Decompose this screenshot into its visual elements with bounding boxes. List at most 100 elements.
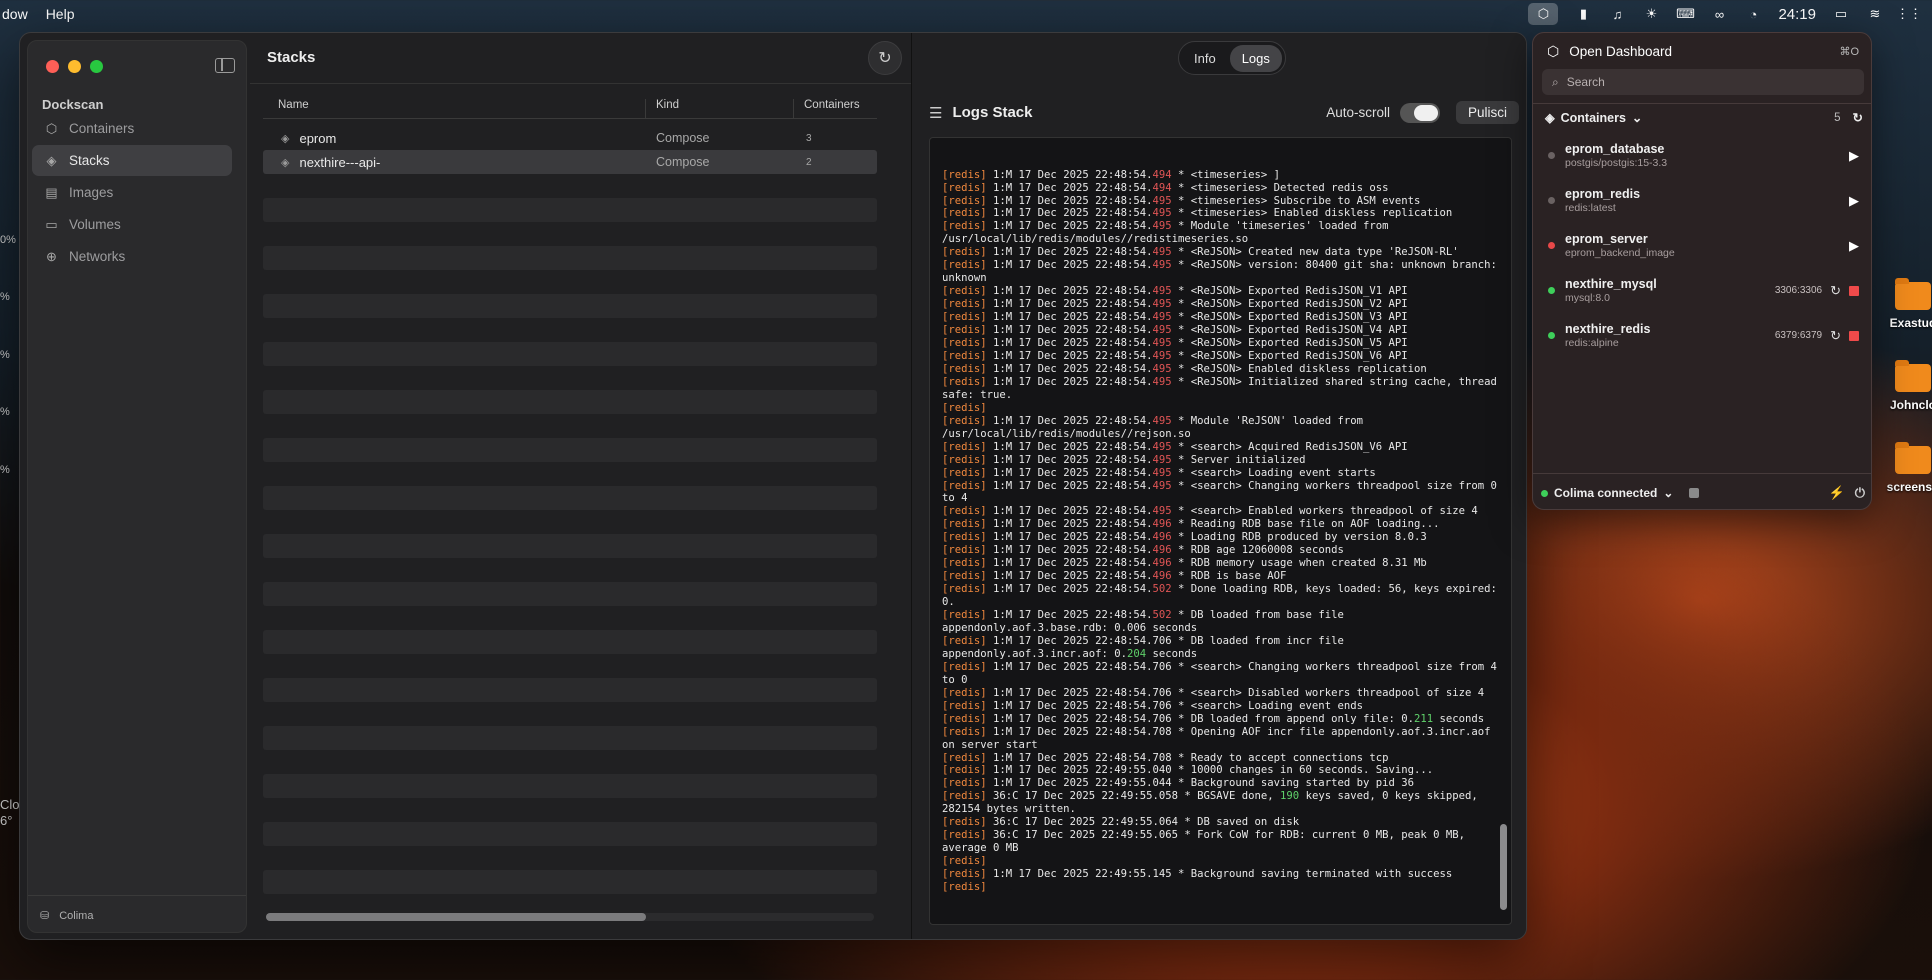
sidebar-item-networks[interactable]: ⊕ Networks bbox=[32, 241, 232, 272]
vertical-scrollbar-thumb[interactable] bbox=[1500, 824, 1507, 910]
log-line: [redis] 1:M 17 Dec 2025 22:48:54.495 * <… bbox=[942, 505, 1478, 518]
list-item[interactable]: eprom_database postgis/postgis:15-3.3 ▶ bbox=[1543, 133, 1863, 178]
sidebar-item-volumes[interactable]: ▭ Volumes bbox=[32, 209, 232, 240]
log-line: [redis] 1:M 17 Dec 2025 22:48:54.708 * O… bbox=[942, 725, 1497, 751]
power-icon[interactable]: ⏻ bbox=[1855, 485, 1865, 501]
horizontal-scrollbar[interactable] bbox=[266, 913, 874, 921]
play-icon[interactable]: ▶ bbox=[1849, 193, 1859, 209]
empty-row bbox=[263, 582, 877, 606]
log-tag: [redis] bbox=[942, 168, 987, 181]
divider bbox=[1533, 103, 1871, 104]
log-line: [redis] 1:M 17 Dec 2025 22:48:54.496 * R… bbox=[942, 570, 1287, 583]
list-item[interactable]: nexthire_mysql mysql:8.0 3306:3306 ↻ bbox=[1543, 268, 1863, 313]
list-item[interactable]: eprom_server eprom_backend_image ▶ bbox=[1543, 223, 1863, 268]
clock[interactable]: 24:19 bbox=[1778, 6, 1816, 23]
list-item[interactable]: eprom_redis redis:latest ▶ bbox=[1543, 178, 1863, 223]
zoom-button[interactable] bbox=[90, 60, 103, 73]
menu-item-help[interactable]: Help bbox=[46, 6, 75, 22]
list-item[interactable]: nexthire_redis redis:alpine 6379:6379 ↻ bbox=[1543, 313, 1863, 358]
empty-row bbox=[263, 678, 877, 702]
log-tag: [redis] bbox=[942, 324, 987, 337]
sidebar-footer[interactable]: ⛁ Colima bbox=[40, 909, 93, 923]
log-line: [redis] 1:M 17 Dec 2025 22:48:54.706 * D… bbox=[942, 634, 1351, 660]
empty-row bbox=[263, 534, 877, 558]
log-line: [redis] 1:M 17 Dec 2025 22:48:54.496 * R… bbox=[942, 557, 1427, 570]
engine-status[interactable]: Colima connected bbox=[1554, 486, 1657, 500]
wifi-icon[interactable]: ≋ bbox=[1866, 6, 1884, 22]
desktop-folder[interactable]: screensh bbox=[1887, 442, 1932, 494]
open-dashboard-item[interactable]: ⬡ Open Dashboard ⌘O bbox=[1547, 43, 1859, 60]
engine-icon: ⛁ bbox=[40, 910, 50, 922]
tab-logs[interactable]: Logs bbox=[1229, 44, 1282, 72]
search-field[interactable]: ⌕ bbox=[1542, 69, 1864, 95]
log-output[interactable]: [redis] 1:M 17 Dec 2025 22:48:54.494 * <… bbox=[929, 137, 1512, 925]
dockscan-menubar-icon[interactable]: ⬡ bbox=[1528, 3, 1559, 25]
log-tag: [redis] bbox=[942, 466, 987, 479]
dashboard-icon: ⬡ bbox=[1547, 43, 1560, 59]
minimize-button[interactable] bbox=[68, 60, 81, 73]
log-line: [redis] 1:M 17 Dec 2025 22:48:54.706 * <… bbox=[942, 686, 1485, 699]
play-icon[interactable]: ▶ bbox=[1849, 238, 1859, 254]
scrollbar-thumb[interactable] bbox=[266, 913, 646, 921]
layers-icon: ◈ bbox=[281, 132, 290, 145]
battery-app-icon[interactable]: ▮ bbox=[1574, 6, 1592, 22]
sidebar-item-stacks[interactable]: ◈ Stacks bbox=[32, 145, 232, 176]
widget-text: % bbox=[0, 406, 10, 418]
column-header-kind[interactable]: Kind bbox=[646, 99, 794, 118]
log-tag: [redis] bbox=[942, 881, 987, 894]
keyboard-icon[interactable]: ⌨ bbox=[1676, 6, 1695, 22]
log-line: [redis] 1:M 17 Dec 2025 22:48:54.495 * <… bbox=[942, 440, 1408, 453]
empty-row bbox=[263, 366, 877, 390]
restart-icon[interactable]: ↻ bbox=[1830, 283, 1841, 299]
containers-section-header[interactable]: ◈ Containers ⌄ 5 ↻ bbox=[1545, 110, 1863, 126]
search-input[interactable] bbox=[1566, 75, 1847, 89]
tab-info[interactable]: Info bbox=[1182, 45, 1228, 72]
table-header: Name Kind Containers bbox=[263, 99, 877, 119]
images-icon: ▤ bbox=[45, 184, 58, 200]
column-header-name[interactable]: Name bbox=[263, 99, 646, 118]
log-line: [redis] 1:M 17 Dec 2025 22:48:54.495 * <… bbox=[942, 259, 1504, 285]
log-tag: [redis] bbox=[942, 725, 987, 738]
headphones-icon[interactable]: ♫ bbox=[1608, 6, 1626, 22]
log-line: [redis] 1:M 17 Dec 2025 22:48:54.495 * <… bbox=[942, 349, 1408, 362]
stop-icon[interactable] bbox=[1849, 285, 1859, 296]
control-center-icon[interactable]: ⋮⋮ bbox=[1896, 6, 1922, 22]
log-line: [redis] 1:M 17 Dec 2025 22:48:54.495 * <… bbox=[942, 324, 1408, 337]
popover-footer: Colima connected ⌄ ⚡ ⏻ bbox=[1541, 485, 1865, 501]
desktop-folder[interactable]: Johnclo bbox=[1888, 360, 1932, 412]
clear-logs-button[interactable]: Pulisci bbox=[1455, 101, 1519, 124]
stop-icon[interactable] bbox=[1849, 330, 1859, 341]
play-icon[interactable]: ▶ bbox=[1849, 148, 1859, 164]
sidebar-item-images[interactable]: ▤ Images bbox=[32, 177, 232, 208]
close-button[interactable] bbox=[46, 60, 59, 73]
kill-icon[interactable]: ⚡ bbox=[1829, 485, 1845, 501]
brightness-icon[interactable]: ☀ bbox=[1642, 6, 1660, 22]
autoscroll-toggle[interactable] bbox=[1399, 102, 1440, 123]
empty-row bbox=[263, 846, 877, 870]
chevron-down-icon: ⌄ bbox=[1663, 486, 1674, 500]
empty-row bbox=[263, 438, 877, 462]
stop-engine-icon[interactable] bbox=[1689, 488, 1700, 498]
menu-bar: dow Help ⬡ ▮ ♫ ☀ ⌨ ∞ ◔ 24:19 ▭ ≋ ⋮⋮ bbox=[0, 0, 1932, 28]
empty-row bbox=[263, 270, 877, 294]
empty-row bbox=[263, 486, 877, 510]
status-dot bbox=[1548, 332, 1555, 339]
refresh-button[interactable]: ↻ bbox=[868, 41, 902, 75]
restart-icon[interactable]: ↻ bbox=[1830, 328, 1841, 344]
log-line: [redis] 1:M 17 Dec 2025 22:48:54.495 * <… bbox=[942, 479, 1504, 505]
log-tag: [redis] bbox=[942, 246, 987, 259]
timer-icon[interactable]: ◔ bbox=[1744, 6, 1762, 22]
sidebar-toggle-icon[interactable] bbox=[215, 58, 235, 73]
refresh-icon[interactable]: ↻ bbox=[1853, 110, 1863, 125]
table-row[interactable]: ◈ nexthire---api- Compose 2 bbox=[263, 150, 877, 174]
link-icon[interactable]: ∞ bbox=[1710, 6, 1728, 22]
desktop-folder[interactable]: Exastud bbox=[1888, 278, 1932, 330]
logs-title: Logs Stack bbox=[952, 104, 1033, 121]
sidebar-item-containers[interactable]: ⬡ Containers bbox=[32, 113, 232, 144]
log-tag: [redis] bbox=[942, 311, 987, 324]
column-header-containers[interactable]: Containers bbox=[794, 99, 860, 118]
table-row[interactable]: ◈ eprom Compose 3 bbox=[263, 126, 877, 150]
display-icon[interactable]: ▭ bbox=[1832, 6, 1850, 22]
menu-item-window[interactable]: dow bbox=[2, 6, 28, 22]
log-tag: [redis] bbox=[942, 349, 987, 362]
